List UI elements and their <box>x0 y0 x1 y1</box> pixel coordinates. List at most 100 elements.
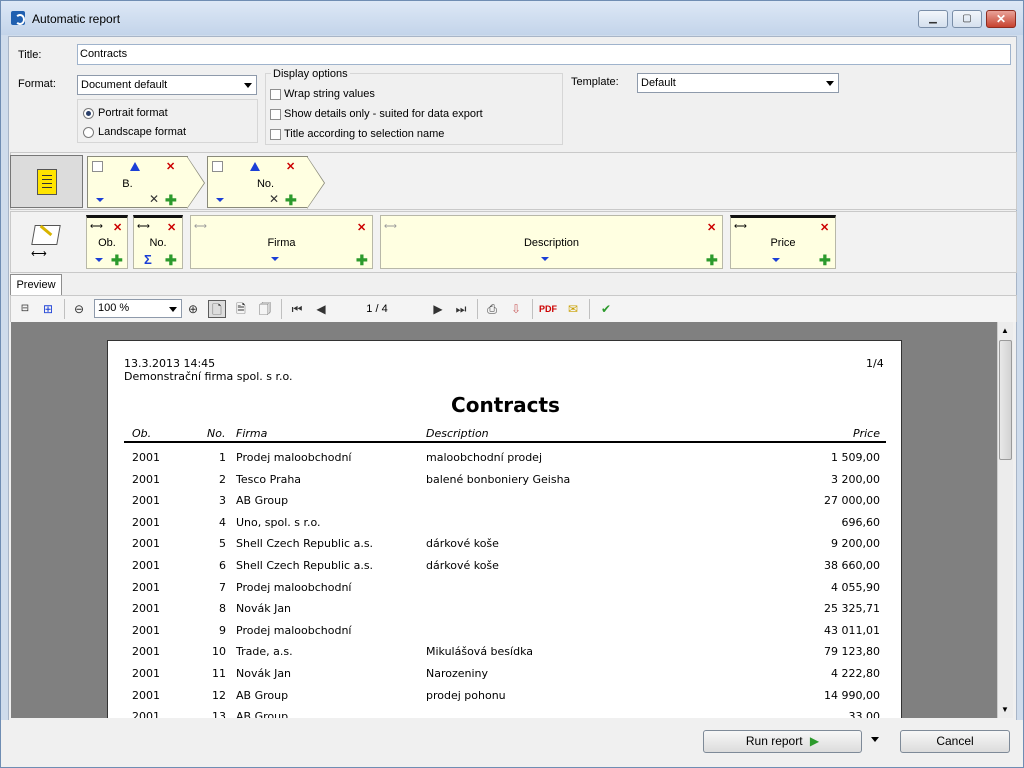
column-description[interactable]: ⟷ ✕ Description ✚ <box>380 215 723 269</box>
next-page-icon[interactable]: ▶ <box>429 300 447 318</box>
export-icon[interactable]: ⇩ <box>507 300 525 318</box>
title-selection-checkbox[interactable] <box>270 129 281 140</box>
scroll-up-icon[interactable]: ▲ <box>1001 326 1009 335</box>
maximize-button[interactable]: ▢ <box>952 10 982 28</box>
last-page-icon[interactable]: ⏭ <box>452 300 470 318</box>
first-page-icon[interactable]: ⏮ <box>288 300 306 318</box>
group-item-b[interactable]: ✕ B. ✕ ✚ <box>87 156 188 208</box>
ungroup-icon[interactable]: ✕ <box>269 192 279 206</box>
portrait-radio[interactable] <box>83 108 94 119</box>
remove-icon[interactable]: ✕ <box>166 160 175 173</box>
chevron-down-icon[interactable] <box>541 257 549 261</box>
group-checkbox[interactable] <box>212 161 223 172</box>
preview-toolbar: ⊟ ⊞ ⊖ 100 % ⊕ 🗋 🗎 🗍 ⏮ ◀ 1 / 4 ▶ ⏭ ⎙ ⇩ PD… <box>10 295 1017 322</box>
remove-icon[interactable]: ✕ <box>820 221 829 234</box>
remove-icon[interactable]: ✕ <box>113 221 122 234</box>
tree-icon[interactable]: ⊞ <box>39 300 57 318</box>
column-no[interactable]: ⟷ ✕ No. Σ ✚ <box>133 215 183 269</box>
group-checkbox[interactable] <box>92 161 103 172</box>
row-no: 13 <box>212 710 226 718</box>
row-firma: Prodej maloobchodní <box>236 623 352 637</box>
row-ob: 2001 <box>132 472 160 486</box>
add-icon[interactable]: ✚ <box>285 193 297 207</box>
group-item-no[interactable]: ✕ No. ✕ ✚ <box>207 156 308 208</box>
add-icon[interactable]: ✚ <box>165 193 177 207</box>
add-icon[interactable]: ✚ <box>706 253 718 267</box>
sort-asc-icon[interactable] <box>250 162 260 171</box>
add-icon[interactable]: ✚ <box>165 253 177 267</box>
sum-icon[interactable]: Σ <box>144 252 152 267</box>
title-input[interactable]: Contracts <box>77 44 1011 65</box>
minimize-button[interactable]: ▁ <box>918 10 948 28</box>
resize-icon[interactable]: ⟷ <box>384 221 397 232</box>
page-width-icon[interactable]: 🗎 <box>232 300 250 318</box>
template-select[interactable]: Default <box>637 73 839 93</box>
header-firma: Firma <box>236 427 268 440</box>
column-label-ob: Ob. <box>98 237 116 249</box>
previous-page-icon[interactable]: ◀ <box>312 300 330 318</box>
whole-page-icon[interactable]: 🗍 <box>256 300 274 318</box>
remove-icon[interactable]: ✕ <box>707 221 716 234</box>
print-icon[interactable]: ⎙ <box>483 300 501 318</box>
add-icon[interactable]: ✚ <box>356 253 368 267</box>
column-price[interactable]: ⟷ ✕ Price ✚ <box>730 215 836 269</box>
row-price: 696,60 <box>841 515 881 529</box>
add-icon[interactable]: ✚ <box>819 253 831 267</box>
zoom-out-icon[interactable]: ⊖ <box>70 300 88 318</box>
resize-icon[interactable]: ⟷ <box>734 221 747 232</box>
chevron-down-icon[interactable] <box>271 257 279 261</box>
scroll-down-icon[interactable]: ▼ <box>1001 705 1009 714</box>
close-button[interactable]: ✕ <box>986 10 1016 28</box>
row-price: 79 123,80 <box>824 645 880 659</box>
ungroup-icon[interactable]: ✕ <box>149 192 159 206</box>
pdf-icon[interactable]: PDF <box>539 300 557 318</box>
resize-icon[interactable]: ⟷ <box>194 221 207 232</box>
resize-icon[interactable]: ⟷ <box>137 221 150 232</box>
row-ob: 2001 <box>132 580 160 594</box>
scroll-thumb[interactable] <box>999 340 1012 460</box>
sort-asc-icon[interactable] <box>130 162 140 171</box>
remove-icon[interactable]: ✕ <box>167 221 176 234</box>
row-price: 4 222,80 <box>831 667 880 680</box>
chevron-down-icon[interactable] <box>96 198 104 202</box>
chevron-down-icon[interactable] <box>216 198 224 202</box>
row-no: 11 <box>212 667 226 680</box>
zoom-select[interactable]: 100 % <box>94 299 182 318</box>
wrap-strings-checkbox[interactable] <box>270 89 281 100</box>
email-icon[interactable]: ✉ <box>564 300 582 318</box>
tab-preview[interactable]: Preview <box>10 274 62 295</box>
column-firma[interactable]: ⟷ ✕ Firma ✚ <box>190 215 373 269</box>
column-width-tool[interactable]: ⟷ <box>29 223 65 260</box>
column-ob[interactable]: ⟷ ✕ Ob. ✚ <box>86 215 128 269</box>
zoom-in-icon[interactable]: ⊕ <box>184 300 202 318</box>
chevron-down-icon <box>826 81 834 86</box>
cancel-button[interactable]: Cancel <box>900 730 1010 753</box>
chevron-down-icon[interactable] <box>871 737 879 742</box>
group-label-no: No. <box>256 178 275 190</box>
row-no: 5 <box>219 537 226 551</box>
title-selection-label: Title according to selection name <box>284 128 445 140</box>
preview-area[interactable]: 13.3.2013 14:45 Demonstrační firma spol.… <box>11 322 997 718</box>
preview-scrollbar[interactable]: ▲ ▼ <box>997 322 1013 718</box>
details-only-checkbox[interactable] <box>270 109 281 120</box>
resize-icon[interactable]: ⟷ <box>90 221 103 232</box>
format-label: Format: <box>18 78 56 90</box>
page-indicator[interactable]: 1 / 4 <box>337 300 417 318</box>
remove-icon[interactable]: ✕ <box>357 221 366 234</box>
landscape-radio[interactable] <box>83 127 94 138</box>
run-report-button[interactable]: Run report ▶ <box>703 730 862 753</box>
grouping-toggle-button[interactable] <box>10 155 83 208</box>
group-arrow <box>307 157 324 208</box>
remove-icon[interactable]: ✕ <box>286 160 295 173</box>
check-settings-icon[interactable]: ✔ <box>597 300 615 318</box>
add-icon[interactable]: ✚ <box>111 253 123 267</box>
collapse-icon[interactable]: ⊟ <box>16 300 34 318</box>
row-description: Mikulášová besídka <box>426 645 533 659</box>
format-select[interactable]: Document default <box>77 75 257 95</box>
chevron-down-icon[interactable] <box>772 258 780 262</box>
run-report-label: Run report <box>745 734 803 748</box>
row-description: balené bonboniery Geisha <box>426 472 571 486</box>
row-description: maloobchodní prodej <box>426 451 543 464</box>
chevron-down-icon[interactable] <box>95 258 103 262</box>
single-page-icon[interactable]: 🗋 <box>208 300 226 318</box>
